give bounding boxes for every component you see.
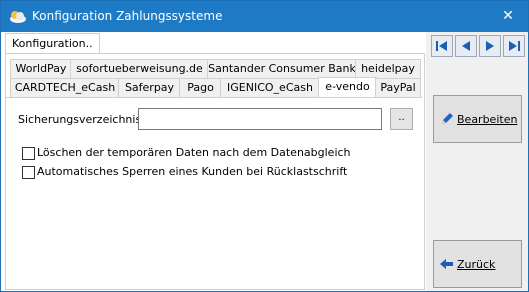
window-title: Konfiguration Zahlungssysteme <box>32 9 223 23</box>
back-label: Zurück <box>457 258 496 271</box>
tab-igenico[interactable]: IGENICO_eCash <box>220 78 320 98</box>
tab-paypal[interactable]: PayPal <box>375 78 421 98</box>
tab-pago[interactable]: Pago <box>179 78 222 98</box>
tab-content-e-vendo: Sicherungsverzeichnis: .. Löschen der te… <box>6 97 422 288</box>
tab-santander[interactable]: Santander Consumer Bank <box>207 59 357 79</box>
previous-record-icon <box>462 41 470 51</box>
app-icon <box>9 8 27 24</box>
tab-worldpay[interactable]: WorldPay <box>10 59 72 79</box>
next-record-icon <box>486 41 494 51</box>
tab-saferpay[interactable]: Saferpay <box>118 78 181 98</box>
app-window: Konfiguration Zahlungssysteme ✕ Konfigur… <box>0 0 529 292</box>
tab-sofortueberweisung[interactable]: sofortueberweisung.de <box>70 59 209 79</box>
auto-block-checkbox[interactable] <box>22 166 35 179</box>
action-pane: Bearbeiten Zurück <box>426 32 528 291</box>
last-record-icon <box>509 41 520 51</box>
tab-konfiguration[interactable]: Konfiguration.. <box>5 33 100 54</box>
next-record-button[interactable] <box>479 35 501 57</box>
tab-heidelpay[interactable]: heidelpay <box>355 59 421 79</box>
title-bar: Konfiguration Zahlungssysteme ✕ <box>1 1 528 32</box>
first-record-icon <box>436 41 447 51</box>
delete-temp-checkbox[interactable] <box>22 147 35 160</box>
pencil-icon <box>439 111 455 127</box>
delete-temp-label: Löschen der temporären Daten nach dem Da… <box>37 146 351 159</box>
tab-cardtech[interactable]: CARDTECH_eCash <box>10 78 120 98</box>
back-arrow-icon <box>439 256 455 272</box>
last-record-button[interactable] <box>503 35 525 57</box>
previous-record-button[interactable] <box>455 35 477 57</box>
close-icon[interactable]: ✕ <box>495 5 521 27</box>
first-record-button[interactable] <box>431 35 453 57</box>
backup-dir-label: Sicherungsverzeichnis: <box>18 113 145 126</box>
backup-dir-input[interactable] <box>138 108 382 130</box>
edit-button[interactable]: Bearbeiten <box>433 95 522 143</box>
browse-button[interactable]: .. <box>390 108 413 130</box>
tab-e-vendo[interactable]: e-vendo <box>318 77 377 98</box>
edit-label: Bearbeiten <box>457 113 518 126</box>
back-button[interactable]: Zurück <box>433 240 522 288</box>
auto-block-label: Automatisches Sperren eines Kunden bei R… <box>37 165 348 178</box>
main-panel: Konfiguration.. WorldPay sofortueberweis… <box>1 32 426 291</box>
payment-tabs: WorldPay sofortueberweisung.de Santander… <box>5 53 425 290</box>
